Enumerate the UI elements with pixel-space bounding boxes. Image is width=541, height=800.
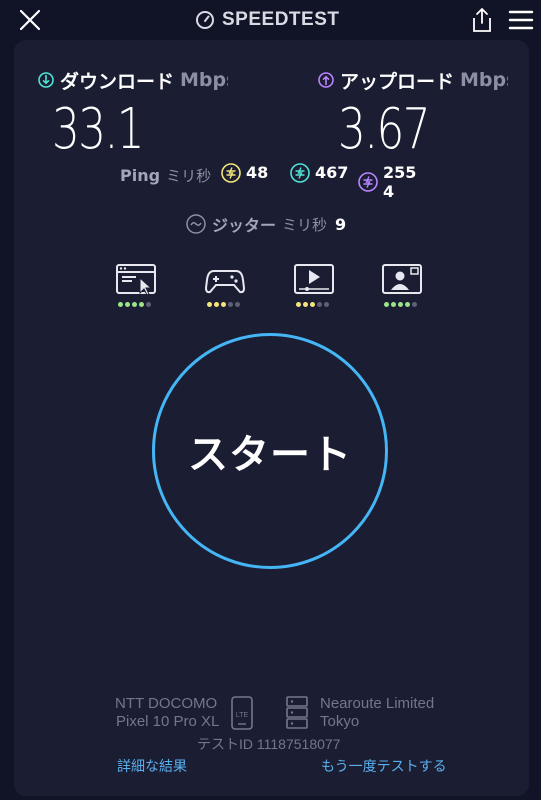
- jitter-value: 9: [335, 214, 347, 234]
- share-icon[interactable]: [470, 6, 494, 34]
- rating-dot: [391, 302, 396, 307]
- quality-gaming[interactable]: [204, 264, 249, 312]
- ping-upload-value-line1: 255: [383, 163, 417, 182]
- close-icon[interactable]: [16, 6, 44, 34]
- ping-download-value: 467: [315, 163, 349, 182]
- ping-unit: ミリ秒: [166, 166, 212, 185]
- rating-dot: [228, 302, 233, 307]
- browser-cursor-icon: [116, 264, 156, 296]
- ping-download-icon: [290, 163, 310, 183]
- upload-value: 3.67: [338, 97, 431, 162]
- start-button-label: スタート: [188, 432, 352, 478]
- retest-link[interactable]: もう一度テストする: [321, 756, 447, 776]
- carrier-name: NTT DOCOMO: [115, 695, 218, 712]
- rating-dot: [398, 302, 403, 307]
- upload-unit: Mbps: [460, 69, 508, 91]
- rating-dot: [214, 302, 219, 307]
- jitter-unit: ミリ秒: [282, 215, 328, 234]
- jitter-row: ジッター ミリ秒 9: [186, 212, 346, 236]
- rating-dot: [235, 302, 240, 307]
- upload-icon: [318, 72, 334, 88]
- rating-dot: [118, 302, 123, 307]
- rating-dot: [207, 302, 212, 307]
- rating-dot: [132, 302, 137, 307]
- network-badge: LTE: [236, 712, 249, 719]
- download-icon: [38, 72, 54, 88]
- rating-dot: [146, 302, 151, 307]
- ping-download: 467: [290, 163, 348, 183]
- quality-video[interactable]: [294, 264, 338, 312]
- ping-upload-value-line2: 4: [383, 182, 395, 201]
- brand-logo: SPEEDTEST: [195, 8, 339, 32]
- phone-lte-icon: LTE: [231, 696, 253, 730]
- speedometer-icon: [196, 11, 214, 29]
- rating-dot: [384, 302, 389, 307]
- download-value: 33.1: [52, 97, 145, 162]
- rating-dot: [310, 302, 315, 307]
- ping-idle-icon: [221, 163, 241, 183]
- jitter-icon: [186, 214, 206, 234]
- top-bar: SPEEDTEST: [0, 0, 541, 40]
- ping-idle: 48: [221, 163, 268, 183]
- ping-idle-value: 48: [246, 163, 269, 182]
- rating-dot: [296, 302, 301, 307]
- download-unit: Mbps: [180, 69, 228, 91]
- host-location: Tokyo: [320, 713, 360, 730]
- rating-dot: [125, 302, 130, 307]
- video-play-icon: [294, 264, 334, 294]
- rating-dot: [139, 302, 144, 307]
- start-button[interactable]: スタート: [152, 333, 388, 569]
- rating-dot: [303, 302, 308, 307]
- jitter-label: ジッター: [212, 216, 277, 235]
- device-name: Pixel 10 Pro XL: [116, 713, 220, 730]
- download-label: ダウンロード: [60, 70, 175, 93]
- brand-name: SPEEDTEST: [222, 9, 340, 30]
- rating-dot: [412, 302, 417, 307]
- results-card: ダウンロード Mbps 33.1 アップロード Mbps 3.67 Ping ミ…: [14, 40, 529, 796]
- test-id: テストID 11187518077: [197, 736, 341, 752]
- quality-rating-dots: [296, 302, 329, 307]
- ping-upload-icon: [358, 172, 378, 192]
- rating-dot: [221, 302, 226, 307]
- quality-video-call[interactable]: [382, 264, 426, 312]
- details-link[interactable]: 詳細な結果: [117, 756, 187, 776]
- video-call-icon: [382, 264, 422, 294]
- menu-icon[interactable]: [508, 9, 534, 31]
- ping-header: Ping ミリ秒: [120, 163, 211, 187]
- quality-browsing[interactable]: [116, 264, 160, 312]
- server-icon: [286, 696, 308, 729]
- ping-label: Ping: [120, 165, 161, 185]
- host-name: Nearoute Limited: [320, 695, 435, 712]
- gamepad-icon: [204, 270, 246, 294]
- rating-dot: [324, 302, 329, 307]
- quality-rating-dots: [118, 302, 151, 307]
- quality-rating-dots: [384, 302, 417, 307]
- rating-dot: [317, 302, 322, 307]
- ping-upload: 255 4: [358, 163, 416, 201]
- upload-header: アップロード Mbps: [318, 66, 508, 94]
- download-header: ダウンロード Mbps: [38, 66, 228, 94]
- quality-rating-dots: [207, 302, 240, 307]
- upload-label: アップロード: [340, 70, 455, 93]
- rating-dot: [405, 302, 410, 307]
